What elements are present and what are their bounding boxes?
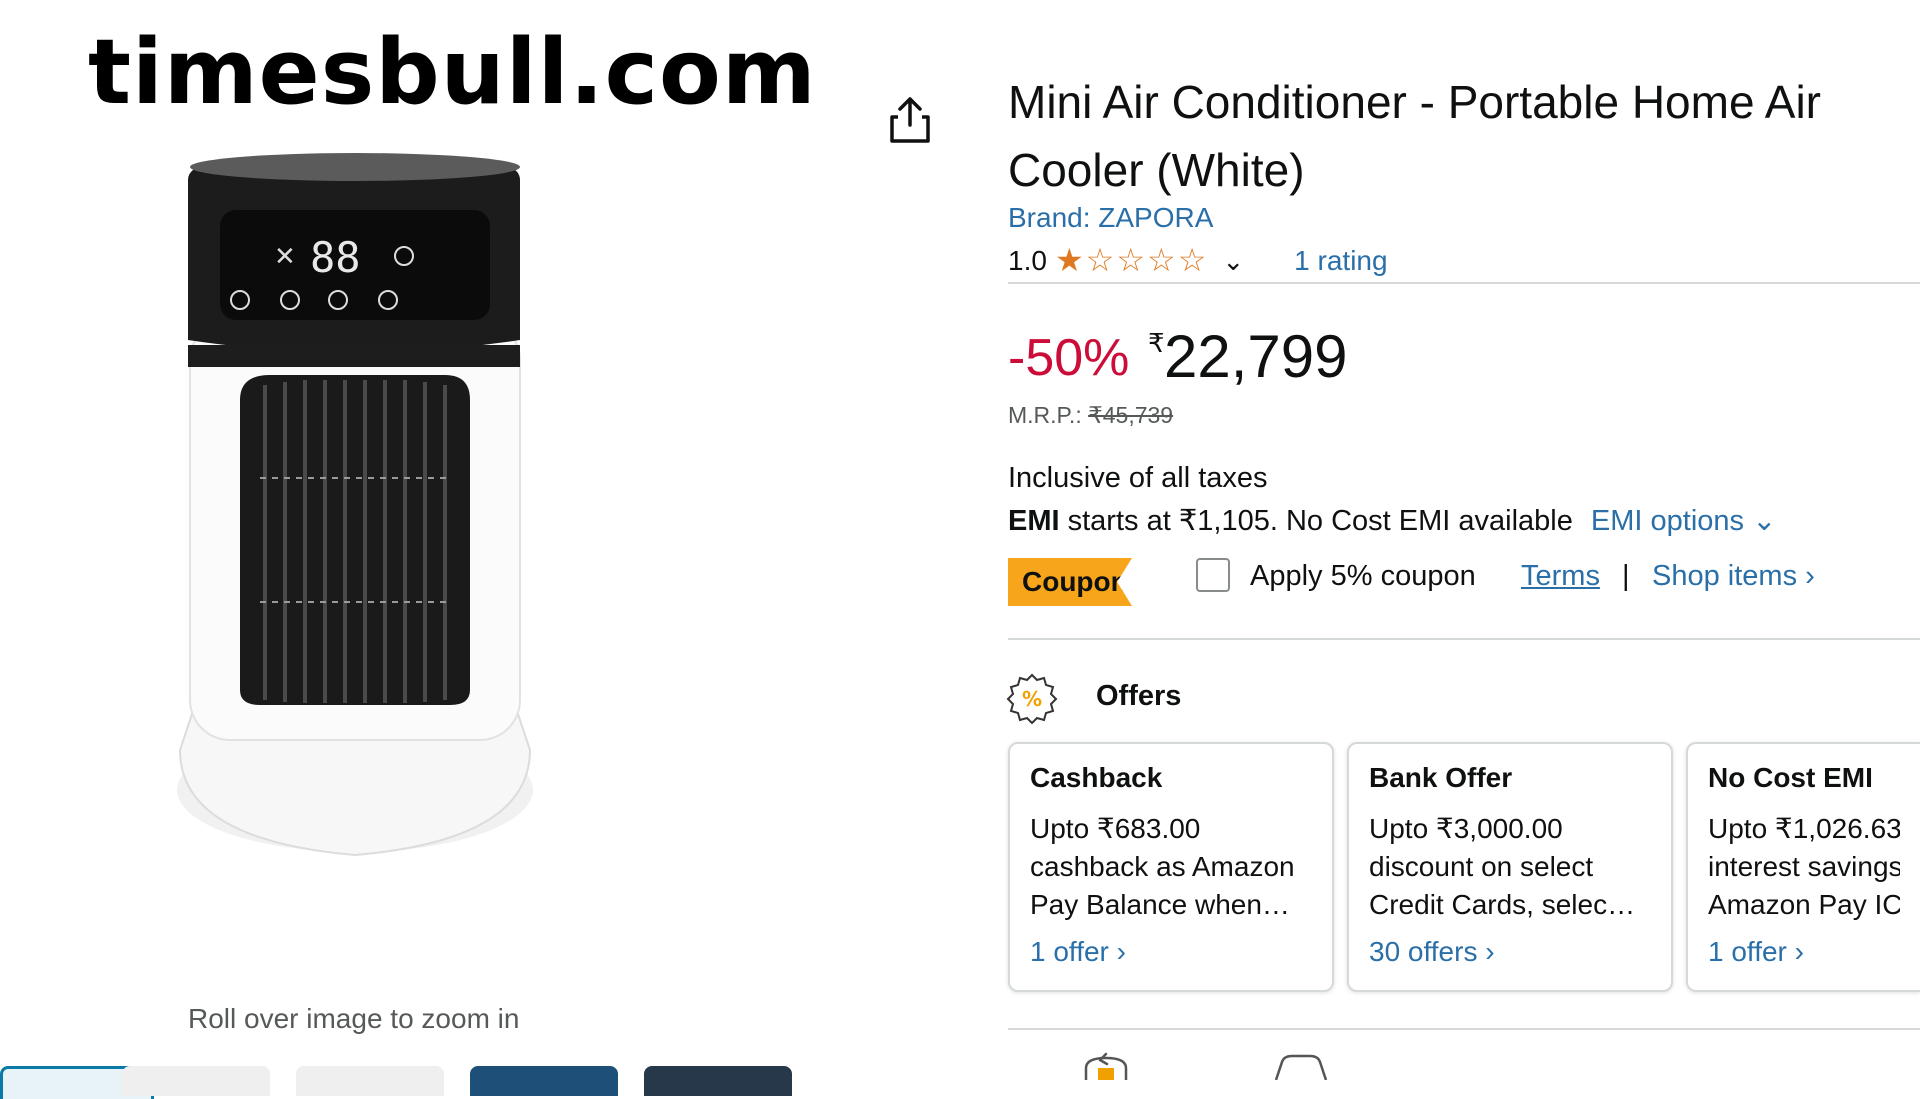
svg-text:✕: ✕ [274, 242, 296, 272]
star-empty-icon: ☆ [1085, 242, 1115, 278]
price-value: 22,799 [1164, 323, 1348, 390]
mrp-value: ₹45,739 [1088, 402, 1174, 428]
chevron-down-icon[interactable]: ⌄ [1222, 246, 1244, 277]
offer-description: Upto ₹683.00 cashback as Amazon Pay Bala… [1030, 810, 1312, 924]
offer-title: Cashback [1030, 762, 1163, 793]
offer-card-cashback[interactable]: Cashback Upto ₹683.00 cashback as Amazon… [1008, 742, 1334, 992]
svg-text:%: % [1022, 687, 1042, 711]
offer-title: Bank Offer [1369, 762, 1513, 793]
offer-line: Upto ₹1,026.63 [1708, 813, 1900, 844]
coupon-terms-link[interactable]: Terms [1521, 560, 1600, 593]
zoom-hint: Roll over image to zoom in [188, 1003, 520, 1034]
thumbnail-5[interactable] [644, 1066, 792, 1096]
tax-note: Inclusive of all taxes [1008, 462, 1268, 494]
rating-row: 1.0 ★☆☆☆☆ ⌄ 1 rating [1008, 244, 1388, 278]
watermark-text: timesbull.com [88, 20, 817, 125]
thumbnail-2[interactable] [122, 1066, 270, 1096]
rating-stars[interactable]: ★☆☆☆☆ [1055, 244, 1208, 278]
price-currency-symbol: ₹ [1148, 328, 1165, 358]
brand-link[interactable]: Brand: ZAPORA [1008, 202, 1213, 234]
divider [1008, 638, 1920, 640]
star-empty-icon: ☆ [1116, 242, 1145, 278]
device-display-text: 88 [310, 233, 361, 282]
rating-count-link[interactable]: 1 rating [1294, 245, 1387, 277]
offer-description: Upto ₹1,026.63 interest savings Amazon P… [1708, 810, 1900, 924]
offer-line: Pay Balance when… [1030, 889, 1290, 920]
product-title-line-1: Mini Air Conditioner - Portable Home Air [1008, 76, 1821, 128]
rating-value: 1.0 [1008, 245, 1047, 276]
star-empty-icon: ☆ [1147, 242, 1176, 278]
coupon-text[interactable]: Apply 5% coupon [1250, 560, 1476, 593]
chevron-down-icon: ⌄ [1752, 505, 1777, 537]
offer-line: discount on select [1369, 851, 1594, 882]
offer-description: Upto ₹3,000.00 discount on select Credit… [1369, 810, 1651, 924]
emi-row: EMI starts at ₹1,105. No Cost EMI availa… [1008, 503, 1776, 538]
divider [1008, 282, 1920, 284]
offer-title: No Cost EMI [1708, 762, 1873, 793]
emi-text: starts at ₹1,105. No Cost EMI available [1059, 505, 1573, 537]
offers-heading: Offers [1096, 680, 1182, 712]
emi-options-label: EMI options [1590, 505, 1745, 537]
emi-options-link[interactable]: EMI options ⌄ [1591, 505, 1777, 537]
percent-badge-icon: % [1006, 673, 1058, 724]
mrp: M.R.P.: ₹45,739 [1008, 402, 1173, 429]
offer-line: interest savings [1708, 851, 1900, 882]
offer-line: cashback as Amazon [1030, 851, 1295, 882]
shop-items-link[interactable]: Shop items › [1652, 560, 1815, 593]
offer-line: Amazon Pay ICI [1708, 889, 1900, 920]
offer-link[interactable]: 1 offer › [1708, 936, 1900, 968]
coupon-badge: Coupon: [1008, 558, 1132, 606]
coupon-checkbox[interactable] [1196, 558, 1230, 592]
discount-percentage: -50% [1008, 329, 1130, 387]
thumbnail-4[interactable] [470, 1066, 618, 1096]
emi-label: EMI [1008, 505, 1060, 537]
offer-link[interactable]: 1 offer › [1030, 936, 1312, 968]
product-title: Mini Air Conditioner - Portable Home Air… [1008, 68, 1920, 204]
offer-card-no-cost-emi[interactable]: No Cost EMI Upto ₹1,026.63 interest savi… [1686, 742, 1920, 992]
offer-link[interactable]: 30 offers › [1369, 936, 1651, 968]
offer-line: Upto ₹3,000.00 [1369, 813, 1563, 844]
divider [1008, 1028, 1920, 1030]
product-title-line-2: Cooler (White) [1008, 144, 1305, 196]
separator: | [1622, 560, 1630, 592]
offer-line: Credit Cards, selec… [1369, 889, 1636, 920]
product-image[interactable]: ✕ 88 [160, 150, 570, 900]
share-icon[interactable] [888, 95, 932, 145]
offer-card-bank[interactable]: Bank Offer Upto ₹3,000.00 discount on se… [1347, 742, 1673, 992]
return-policy-icon [1084, 1052, 1128, 1080]
mrp-label: M.R.P.: [1008, 402, 1082, 428]
star-empty-icon: ☆ [1177, 242, 1207, 278]
star-filled-icon: ★ [1054, 242, 1084, 278]
delivery-icon [1274, 1054, 1328, 1080]
offer-line: Upto ₹683.00 [1030, 813, 1201, 844]
thumbnail-3[interactable] [296, 1066, 444, 1096]
